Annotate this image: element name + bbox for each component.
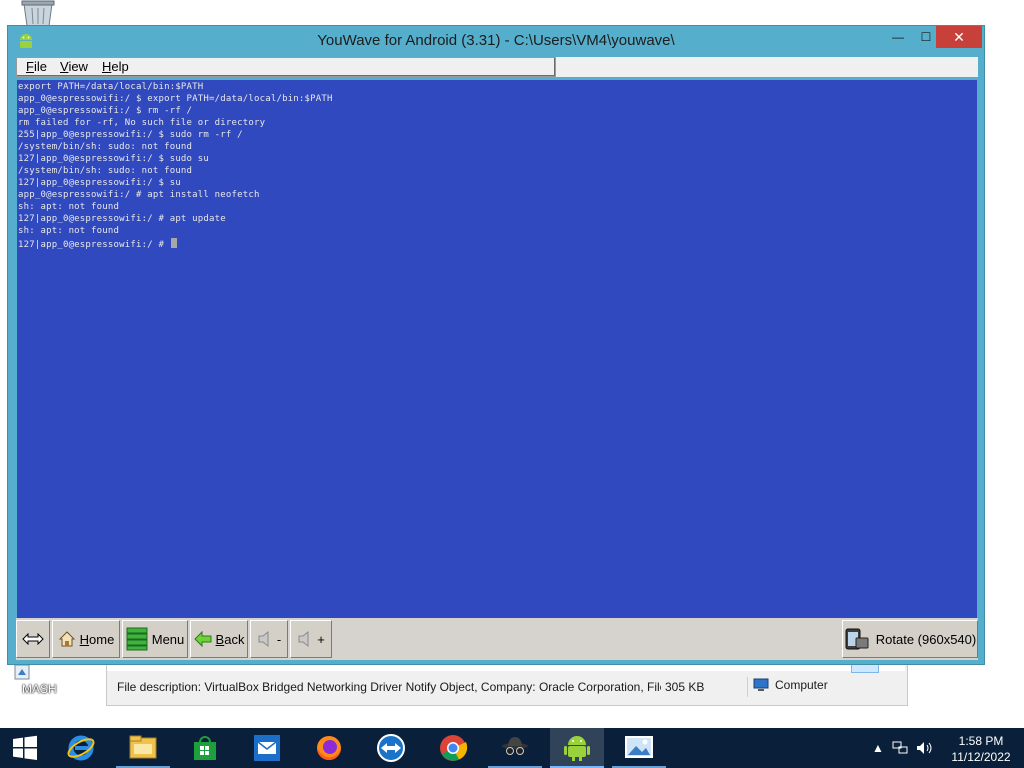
taskbar-mail[interactable] [240, 728, 294, 768]
mail-icon [254, 735, 280, 761]
taskbar-internet-explorer[interactable] [54, 728, 108, 768]
menu-bar-filler [556, 57, 978, 77]
desktop-shortcut-icon[interactable] [14, 664, 30, 680]
back-button[interactable]: Back [190, 620, 248, 658]
start-button[interactable] [0, 728, 50, 768]
volume-down-button[interactable]: - [250, 620, 288, 658]
computer-icon [753, 678, 769, 691]
menu-bars-icon [126, 627, 148, 651]
terminal-line: sh: apt: not found [18, 202, 120, 212]
terminal-line: 127|app_0@espressowifi:/ # apt update [18, 214, 226, 224]
taskbar-teamviewer[interactable] [364, 728, 418, 768]
home-label: Home [79, 631, 115, 647]
volume-up-label: + [317, 631, 325, 647]
taskbar-image-viewer[interactable] [612, 728, 666, 768]
menu-button[interactable]: Menu [122, 620, 188, 658]
menu-help[interactable]: Help [102, 59, 129, 74]
terminal-prompt-line: 127|app_0@espressowifi:/ # [18, 238, 177, 250]
taskbar-file-explorer[interactable] [116, 728, 170, 768]
home-button[interactable]: Home [52, 620, 120, 658]
menu-view[interactable]: View [60, 59, 88, 74]
file-description-text: File description: VirtualBox Bridged Net… [117, 680, 661, 694]
menu-label: Menu [151, 631, 185, 647]
back-label: Back [215, 631, 245, 647]
terminal-line: app_0@espressowifi:/ $ export PATH=/data… [18, 94, 333, 104]
back-arrow-icon [193, 631, 212, 647]
taskbar-youwave[interactable] [550, 728, 604, 768]
terminal-line: export PATH=/data/local/bin:$PATH [18, 82, 204, 92]
folder-icon [129, 735, 157, 759]
terminal-line: app_0@espressowifi:/ $ rm -rf / [18, 106, 193, 116]
title-bar[interactable]: YouWave for Android (3.31) - C:\Users\VM… [8, 26, 984, 56]
status-separator [747, 677, 748, 697]
firefox-icon [316, 736, 341, 761]
internet-explorer-icon [67, 735, 95, 761]
speaker-icon [298, 630, 309, 648]
explorer-status-bar: File description: VirtualBox Bridged Net… [107, 675, 897, 699]
taskbar: ▲ 1:58 PM 11/12/2022 [0, 728, 1024, 768]
clock-date: 11/12/2022 [951, 750, 1011, 764]
volume-up-button[interactable]: + [290, 620, 332, 658]
terminal-cursor [170, 238, 177, 248]
spy-hat-icon [502, 737, 528, 755]
rotate-label: Rotate (960x540) [875, 631, 977, 647]
terminal-line: 127|app_0@espressowifi:/ $ su [18, 178, 181, 188]
picture-icon [625, 736, 653, 758]
window-title: YouWave for Android (3.31) - C:\Users\VM… [317, 32, 675, 49]
taskbar-store[interactable] [178, 728, 232, 768]
terminal-line: 255|app_0@espressowifi:/ $ sudo rm -rf / [18, 130, 243, 140]
menu-bar: File View Help [16, 57, 556, 77]
terminal-line: 127|app_0@espressowifi:/ $ sudo su [18, 154, 210, 164]
double-arrow-icon [22, 633, 44, 645]
rotate-device-icon [845, 628, 869, 650]
store-bag-icon [194, 736, 216, 760]
toggle-size-button[interactable] [16, 620, 50, 658]
terminal-line: /system/bin/sh: sudo: not found [18, 142, 193, 152]
system-tray: ▲ [872, 728, 934, 768]
computer-label: Computer [775, 678, 828, 692]
minimize-button[interactable]: — [884, 26, 912, 48]
taskbar-chrome[interactable] [426, 728, 480, 768]
terminal-line: sh: apt: not found [18, 226, 120, 236]
menu-file[interactable]: File [26, 59, 47, 74]
home-icon [58, 631, 75, 647]
rotate-button[interactable]: Rotate (960x540) [842, 620, 978, 658]
clock-time: 1:58 PM [958, 734, 1004, 748]
computer-location: Computer [753, 678, 828, 692]
youwave-window: YouWave for Android (3.31) - C:\Users\VM… [8, 26, 984, 664]
volume-down-label: - [276, 631, 282, 647]
volume-icon[interactable] [916, 741, 934, 755]
terminal-line: /system/bin/sh: sudo: not found [18, 166, 193, 176]
android-terminal-screen[interactable]: export PATH=/data/local/bin:$PATH app_0@… [17, 80, 977, 618]
recycle-bin-icon[interactable] [18, 0, 58, 27]
terminal-line: rm failed for -rf, No such file or direc… [18, 118, 266, 128]
terminal-prompt: 127|app_0@espressowifi:/ # [18, 240, 170, 250]
network-icon[interactable] [892, 741, 908, 755]
youwave-toolbar: Home Menu Back - + Rotate (960x540) [16, 618, 978, 660]
file-size-text: 305 KB [665, 680, 705, 694]
terminal-line: app_0@espressowifi:/ # apt install neofe… [18, 190, 260, 200]
taskbar-clock[interactable]: 1:58 PM 11/12/2022 [946, 733, 1016, 765]
windows-logo-icon [13, 735, 37, 760]
chrome-icon [440, 735, 468, 761]
taskbar-spy-app[interactable] [488, 728, 542, 768]
close-button[interactable]: ✕ [936, 26, 982, 48]
teamviewer-icon [377, 734, 405, 762]
speaker-icon [258, 630, 269, 648]
show-hidden-icons-button[interactable]: ▲ [872, 741, 884, 755]
android-icon [564, 736, 590, 761]
desktop-shortcut-label[interactable]: MASH [22, 682, 57, 696]
taskbar-firefox[interactable] [302, 728, 356, 768]
